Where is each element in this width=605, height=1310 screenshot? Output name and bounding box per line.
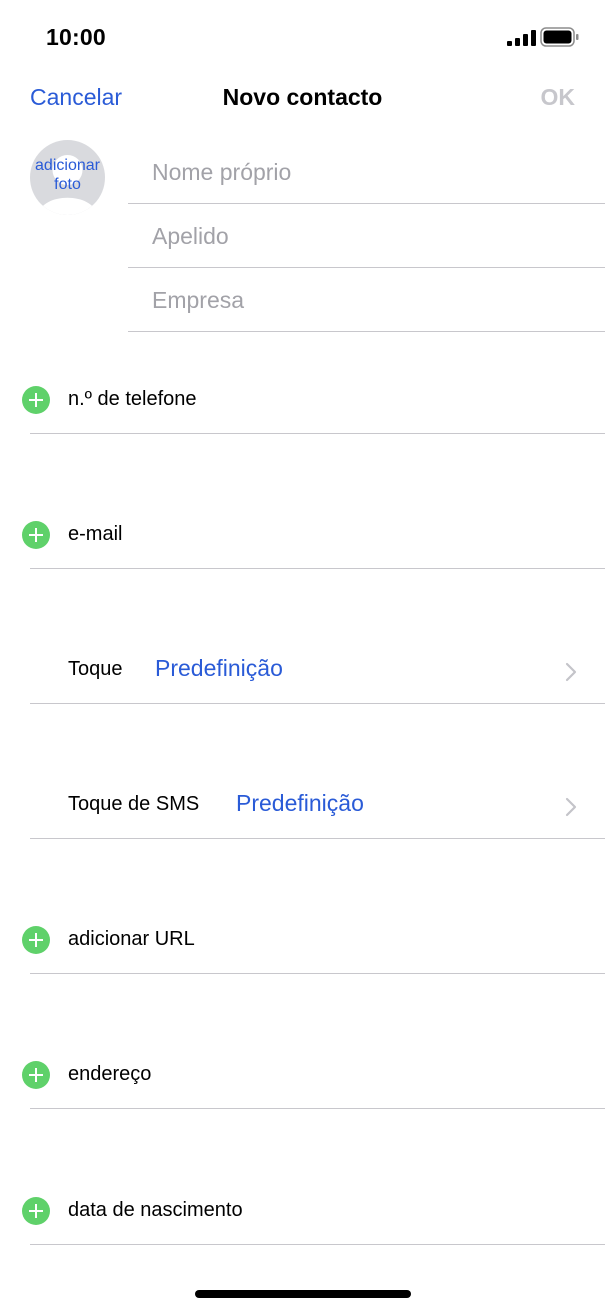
plus-icon [29, 1068, 43, 1082]
ok-button[interactable]: OK [541, 84, 576, 111]
add-birthday-button[interactable] [22, 1197, 50, 1225]
add-photo-label: adicionar foto [30, 156, 105, 194]
divider [30, 1108, 605, 1109]
plus-icon [29, 393, 43, 407]
last-name-input[interactable] [152, 204, 572, 268]
plus-icon [29, 933, 43, 947]
battery-icon [540, 27, 579, 47]
chevron-right-icon [565, 662, 577, 682]
text-tone-value: Predefinição [236, 790, 364, 816]
home-indicator[interactable] [195, 1290, 411, 1298]
add-birthday-label: data de nascimento [68, 1199, 243, 1221]
add-url-row[interactable]: adicionar URL [0, 910, 605, 974]
add-url-label: adicionar URL [68, 928, 195, 950]
first-name-row [128, 140, 605, 204]
divider [30, 838, 605, 839]
text-tone-label: Toque de SMS [68, 793, 200, 815]
plus-icon [29, 528, 43, 542]
status-bar: 10:00 [0, 0, 605, 72]
nav-bar: Novo contacto Cancelar OK [0, 76, 605, 120]
add-birthday-row[interactable]: data de nascimento [0, 1181, 605, 1245]
add-address-button[interactable] [22, 1061, 50, 1089]
divider [30, 1244, 605, 1245]
cancel-button[interactable]: Cancelar [30, 84, 122, 111]
add-address-label: endereço [68, 1063, 152, 1085]
divider [30, 973, 605, 974]
add-phone-label: n.º de telefone [68, 388, 197, 410]
last-name-row [128, 204, 605, 268]
add-photo-button[interactable]: adicionar foto [30, 140, 105, 215]
add-photo-label-line1: adicionar [35, 157, 100, 174]
ringtone-value: Predefinição [155, 655, 283, 681]
add-url-button[interactable] [22, 926, 50, 954]
add-email-label: e-mail [68, 523, 123, 545]
status-time: 10:00 [46, 24, 106, 50]
add-email-button[interactable] [22, 521, 50, 549]
ringtone-row[interactable]: Toque Predefinição [0, 640, 605, 704]
divider [30, 433, 605, 434]
plus-icon [29, 1204, 43, 1218]
cellular-signal-icon [507, 30, 536, 46]
add-address-row[interactable]: endereço [0, 1045, 605, 1109]
text-tone-row[interactable]: Toque de SMS Predefinição [0, 775, 605, 839]
add-photo-label-line2: foto [54, 176, 81, 193]
add-phone-button[interactable] [22, 386, 50, 414]
divider [30, 703, 605, 704]
add-phone-row[interactable]: n.º de telefone [0, 370, 605, 434]
company-row [128, 268, 605, 332]
add-email-row[interactable]: e-mail [0, 505, 605, 569]
company-input[interactable] [152, 268, 572, 332]
first-name-input[interactable] [152, 140, 572, 204]
chevron-right-icon [565, 797, 577, 817]
name-fields [128, 140, 605, 332]
divider [30, 568, 605, 569]
ringtone-label: Toque [68, 658, 123, 680]
